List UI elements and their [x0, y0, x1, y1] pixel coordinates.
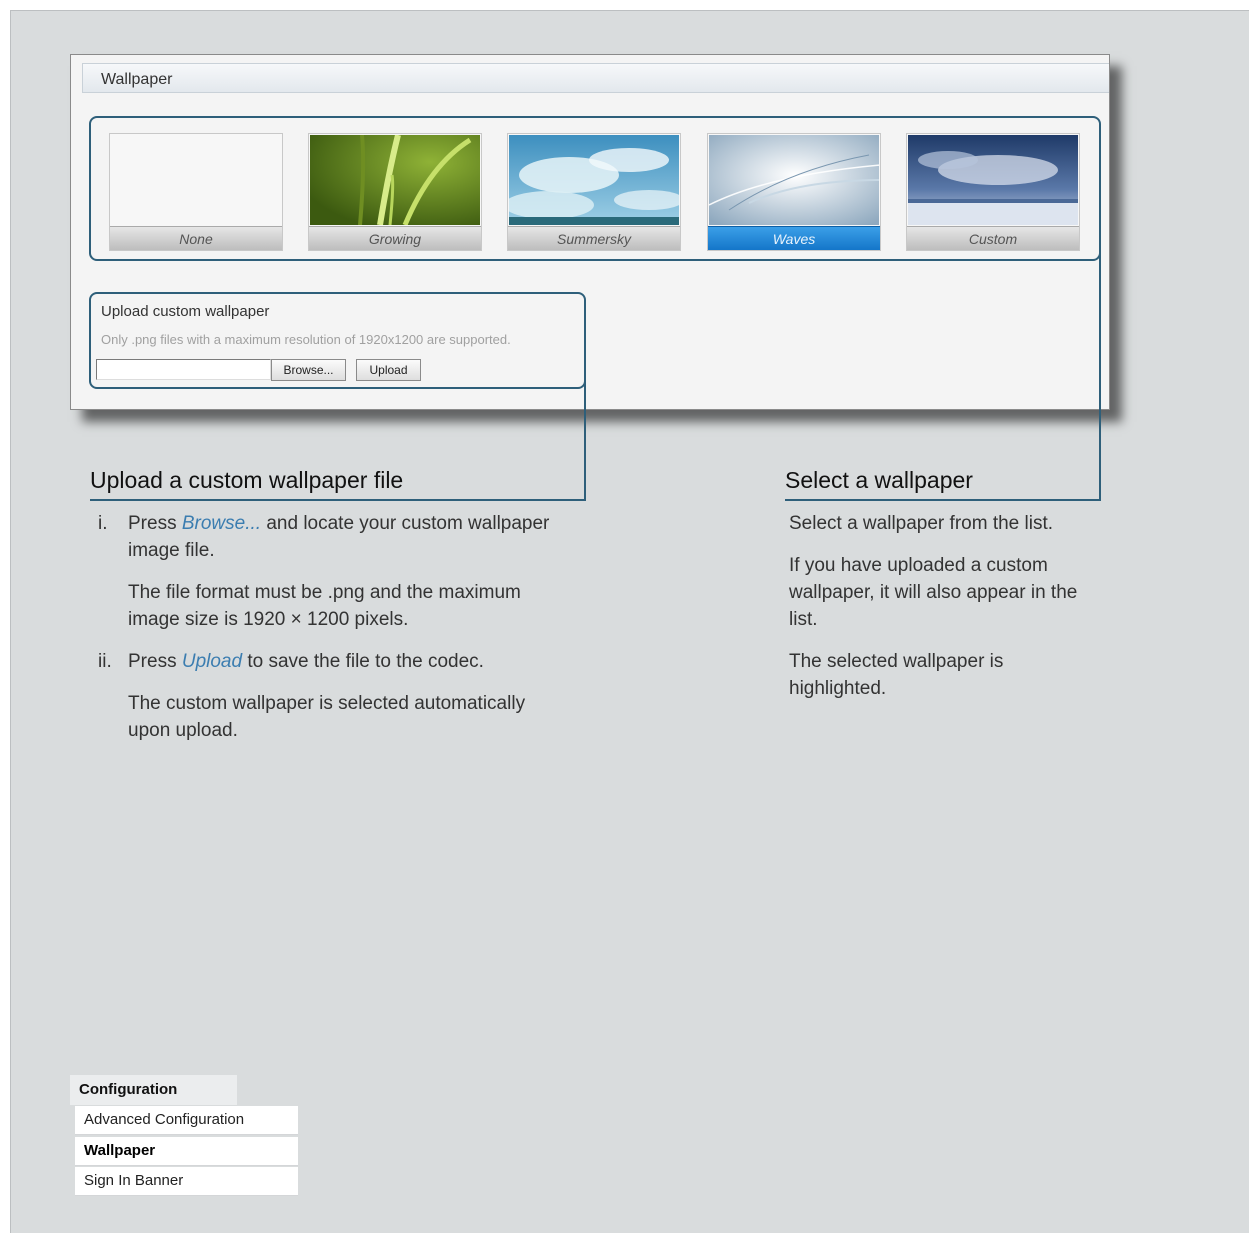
browse-reference: Browse...: [181, 513, 262, 534]
step-text: to save the file to the codec.: [242, 651, 484, 672]
nav-heading: Configuration: [70, 1075, 237, 1105]
step-detail: The custom wallpaper is selected automat…: [128, 693, 526, 741]
step-number: i.: [98, 513, 108, 534]
upload-section-title: Upload a custom wallpaper file: [90, 467, 404, 493]
window-header: Wallpaper: [82, 63, 1109, 93]
step-number: ii.: [98, 651, 112, 672]
upload-callout: [89, 292, 586, 389]
select-paragraph: Select a wallpaper from the list.: [789, 513, 1054, 534]
step-text: Press: [128, 513, 182, 534]
window-title: Wallpaper: [101, 71, 173, 88]
step-text: Press: [128, 651, 182, 672]
select-section-title: Select a wallpaper: [785, 467, 973, 493]
select-paragraph: The selected wallpaper is highlighted.: [789, 651, 1004, 699]
select-title-underline: [785, 499, 1101, 501]
select-instructions: Select a wallpaper from the list. If you…: [789, 510, 1099, 717]
wallpaper-list-callout: [89, 116, 1101, 261]
upload-reference: Upload: [181, 651, 243, 672]
nav-item-sign-in-banner[interactable]: Sign In Banner: [75, 1167, 298, 1196]
step-1: i. Press Browse... and locate your custo…: [98, 510, 558, 633]
step-2: ii. Press Upload to save the file to the…: [98, 648, 558, 744]
nav-item-advanced-configuration[interactable]: Advanced Configuration: [75, 1106, 298, 1135]
step-detail: The file format must be .png and the max…: [128, 582, 521, 630]
select-paragraph: If you have uploaded a custom wallpaper,…: [789, 555, 1078, 630]
upload-instructions: i. Press Browse... and locate your custo…: [98, 510, 558, 759]
select-connector-line: [1099, 240, 1101, 501]
nav-item-wallpaper[interactable]: Wallpaper: [75, 1137, 298, 1166]
upload-title-underline: [90, 499, 586, 501]
upload-connector-line: [584, 370, 586, 501]
